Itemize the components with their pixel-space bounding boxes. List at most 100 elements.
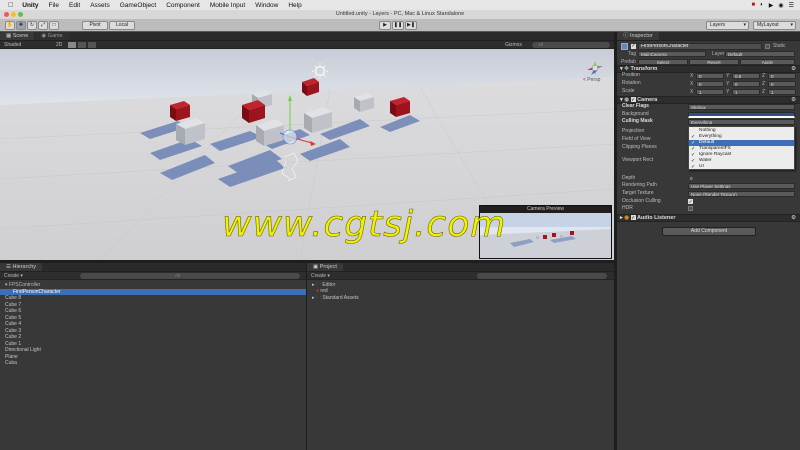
- hierarchy-item[interactable]: Cuba: [5, 360, 17, 367]
- step-button[interactable]: ▶❚: [405, 21, 417, 30]
- play-button[interactable]: ▶: [379, 21, 391, 30]
- audio-listener-header[interactable]: ▸ ◉ ✓ Audio Listener ⚙: [617, 214, 800, 222]
- shading-dropdown[interactable]: Shaded: [4, 41, 21, 49]
- audio-enabled-checkbox[interactable]: ✓: [630, 215, 636, 220]
- zoom-window-icon[interactable]: [18, 12, 23, 17]
- depth-field[interactable]: 0: [688, 176, 795, 182]
- menu-window[interactable]: Window: [250, 2, 283, 9]
- project-tab-icon: ▣: [313, 264, 320, 270]
- camera-enabled-checkbox[interactable]: ✓: [630, 97, 636, 102]
- effects-toggle-icon[interactable]: [88, 42, 96, 48]
- gear-icon[interactable]: ⚙: [791, 215, 796, 222]
- layers-dropdown[interactable]: Layers ▾: [706, 21, 749, 30]
- toolbar: ✋ ✥ ↻ ⤢ □ Pivot Local ▶ ❚❚ ▶❚ Layers ▾ My…: [0, 19, 800, 32]
- clear-flags-dropdown[interactable]: Skybox: [688, 104, 795, 110]
- occlusion-culling-checkbox[interactable]: ✓: [688, 199, 693, 204]
- project-create-dropdown[interactable]: Create ▾: [311, 272, 330, 280]
- menu-file[interactable]: File: [44, 2, 64, 9]
- menu-help[interactable]: Help: [283, 2, 306, 9]
- transform-rotation-x-field[interactable]: 0: [696, 81, 724, 87]
- scale-tool-button[interactable]: ⤢: [38, 21, 48, 30]
- tag-label: Tag: [628, 51, 637, 57]
- record-icon[interactable]: ■: [751, 2, 755, 9]
- toggle-2d[interactable]: 2D: [56, 41, 62, 49]
- lighting-toggle-icon[interactable]: [68, 42, 76, 48]
- culling-option-label: Nothing: [699, 128, 716, 133]
- hierarchy-item-selected[interactable]: FirstPersonCharacter: [0, 288, 306, 295]
- culling-mask-dropdown-menu: Nothing ✓ Everything ✓ Default ✓ TransparentFX…: [688, 126, 795, 170]
- pause-button[interactable]: ❚❚: [392, 21, 404, 30]
- play-status-icon[interactable]: ▶: [769, 2, 774, 9]
- persp-label[interactable]: < Persp: [583, 77, 600, 83]
- menu-component[interactable]: Component: [161, 2, 205, 9]
- menu-edit[interactable]: Edit: [64, 2, 85, 9]
- audio-toggle-icon[interactable]: [78, 42, 86, 48]
- hierarchy-search-input[interactable]: All: [80, 273, 300, 279]
- transform-header[interactable]: ▾ ✥ Transform ⚙: [617, 65, 800, 73]
- project-item-red[interactable]: ● red: [316, 288, 328, 294]
- target-texture-field[interactable]: None (Render Texture): [688, 191, 795, 197]
- menu-assets[interactable]: Assets: [85, 2, 115, 9]
- tab-scene[interactable]: ▦ Scene: [0, 32, 35, 40]
- tab-hierarchy[interactable]: ☰ Hierarchy: [0, 263, 43, 271]
- transform-scale-x-field[interactable]: 1: [696, 89, 724, 95]
- layout-dropdown[interactable]: MyLayout ▾: [753, 21, 796, 30]
- hierarchy-tabbar: ☰ Hierarchy: [0, 263, 306, 272]
- search-icon[interactable]: ◉: [778, 2, 783, 9]
- gear-icon[interactable]: ⚙: [791, 66, 796, 73]
- minimize-window-icon[interactable]: [11, 12, 16, 17]
- hdr-label: HDR: [622, 205, 633, 211]
- transform-scale-z-field[interactable]: 1: [768, 89, 796, 95]
- menu-mobile-input[interactable]: Mobile Input: [205, 2, 250, 9]
- hand-tool-button[interactable]: ✋: [5, 21, 15, 30]
- move-tool-button[interactable]: ✥: [16, 21, 26, 30]
- project-tabbar: ▣ Project: [307, 263, 614, 272]
- tab-inspector[interactable]: ⓘ Inspector: [617, 32, 659, 40]
- apple-icon[interactable]: : [0, 2, 17, 9]
- add-component-button[interactable]: Add Component: [662, 227, 756, 236]
- active-checkbox[interactable]: ✓: [631, 44, 636, 49]
- transform-scale-label: Scale: [622, 88, 635, 94]
- project-item-standard-assets[interactable]: ▸ 🗀 Standard Assets: [312, 295, 359, 301]
- project-search-input[interactable]: [477, 273, 607, 279]
- culling-option-ui[interactable]: ✓ UI: [689, 164, 794, 170]
- menu-app[interactable]: Unity: [17, 2, 43, 9]
- tag-dropdown[interactable]: MainCamera: [638, 51, 706, 57]
- close-window-icon[interactable]: [4, 12, 9, 17]
- axis-x-label: X: [690, 89, 694, 95]
- axis-z-label: Z: [762, 81, 766, 87]
- layer-dropdown[interactable]: Default: [725, 51, 795, 57]
- gizmos-dropdown[interactable]: Gizmos: [505, 41, 522, 49]
- culling-mask-dropdown[interactable]: Everything: [688, 119, 795, 125]
- hdr-checkbox[interactable]: [688, 206, 693, 211]
- menu-gameobject[interactable]: GameObject: [115, 2, 162, 9]
- static-checkbox[interactable]: [765, 44, 770, 49]
- hierarchy-item-label: Cube 7: [5, 301, 22, 308]
- object-name-field[interactable]: FirstPersonCharacter: [638, 43, 762, 50]
- list-icon[interactable]: ☰: [789, 2, 794, 9]
- display-icon[interactable]: ◐: [760, 2, 764, 9]
- pivot-toggle[interactable]: Pivot: [82, 21, 108, 30]
- transform-position-x-field[interactable]: 0: [696, 73, 724, 79]
- rendering-path-label: Rendering Path: [622, 182, 657, 188]
- transform-scale-y-field[interactable]: 1: [732, 89, 760, 95]
- transform-position-y-field[interactable]: 0.8: [732, 73, 760, 79]
- background-color-field[interactable]: [688, 112, 795, 118]
- rect-tool-button[interactable]: □: [49, 21, 59, 30]
- rendering-path-dropdown[interactable]: Use Player Settings: [688, 183, 795, 189]
- transform-rotation-z-field[interactable]: 0: [768, 81, 796, 87]
- axis-x-label: X: [690, 73, 694, 79]
- window-title: Untitled.unity - Layers - PC, Mac & Linu…: [335, 11, 465, 17]
- scene-tabbar: ▦ Scene ◉ Game: [0, 32, 614, 41]
- tab-game[interactable]: ◉ Game: [35, 32, 69, 40]
- transform-position-z-field[interactable]: 0: [768, 73, 796, 79]
- mac-menubar:  Unity File Edit Assets GameObject Comp…: [0, 0, 800, 10]
- local-toggle[interactable]: Local: [109, 21, 135, 30]
- fov-label: Field of View: [622, 136, 651, 142]
- scene-search-input[interactable]: All: [532, 42, 610, 48]
- gear-icon[interactable]: ⚙: [791, 97, 796, 104]
- hierarchy-create-dropdown[interactable]: Create ▾: [4, 272, 23, 280]
- transform-rotation-y-field[interactable]: 0: [732, 81, 760, 87]
- rotate-tool-button[interactable]: ↻: [27, 21, 37, 30]
- tab-project[interactable]: ▣ Project: [307, 263, 343, 271]
